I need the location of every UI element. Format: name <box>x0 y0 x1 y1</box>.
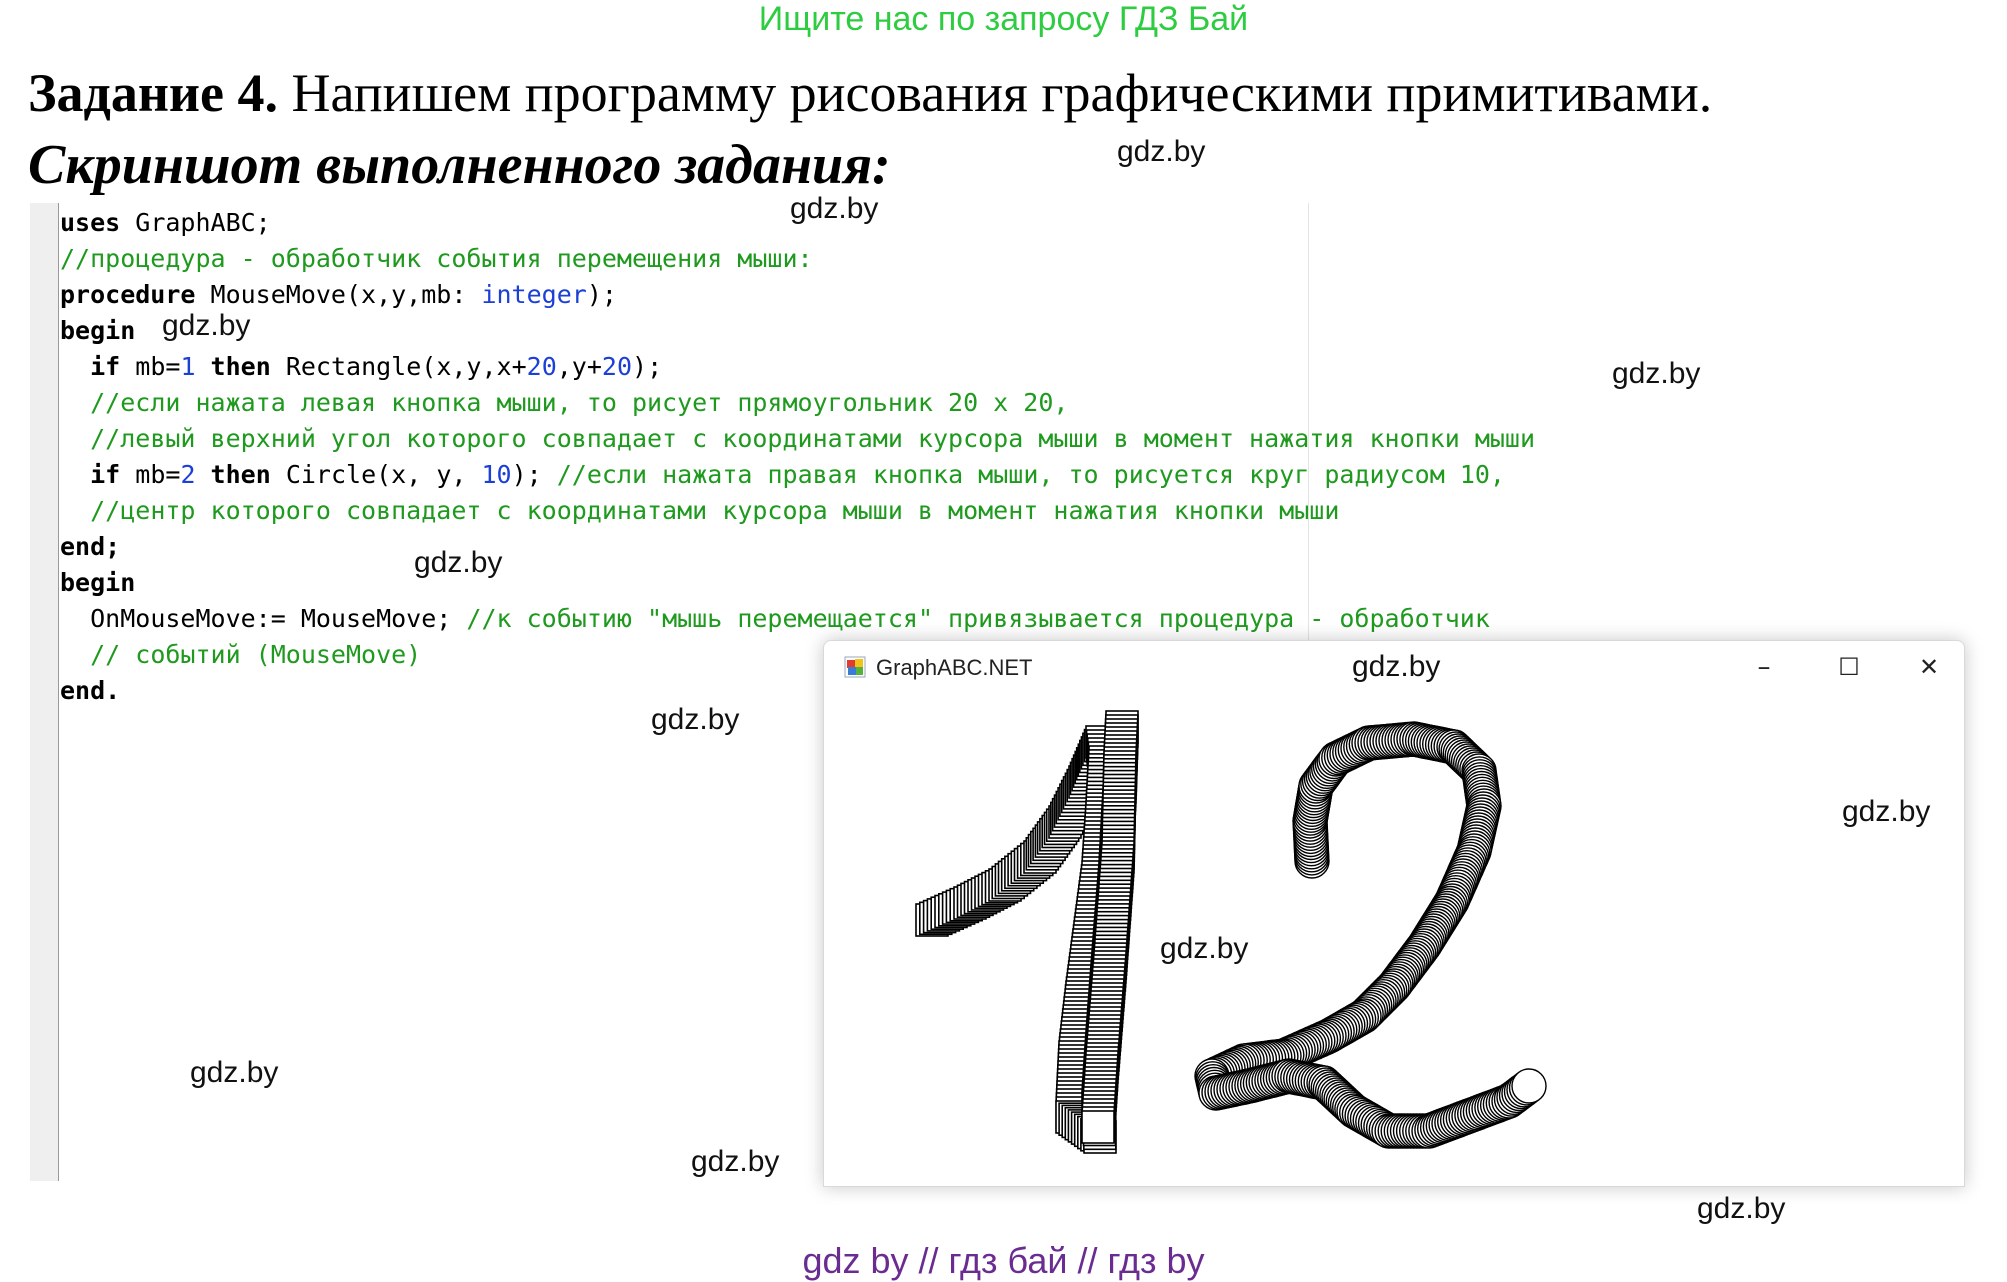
keyword: if <box>90 460 121 489</box>
watermark: gdz.by <box>1842 795 1931 828</box>
code-line-7: //левый верхний угол которого совпадает … <box>60 421 1535 456</box>
code-line-3: procedure MouseMove(x,y,mb: integer); <box>60 277 617 312</box>
watermark: gdz.by <box>414 546 503 579</box>
keyword: end; <box>60 532 121 561</box>
watermark: gdz.by <box>691 1145 780 1178</box>
code-comment: //левый верхний угол которого совпадает … <box>90 424 1536 453</box>
watermark: gdz.by <box>1117 135 1206 168</box>
code-text: Circle(x, y, <box>270 460 482 489</box>
code-line-6: //если нажата левая кнопка мыши, то рису… <box>60 385 1068 420</box>
graphabc-app-icon <box>844 656 866 678</box>
task-text: Напишем программу рисования графическими… <box>291 63 1713 123</box>
code-text: GraphABC; <box>120 208 271 237</box>
type-name: integer <box>481 280 587 309</box>
top-banner: Ищите нас по запросу ГДЗ Бай <box>758 0 1249 38</box>
code-line-10: end; <box>60 529 120 564</box>
close-icon: ✕ <box>1918 653 1940 681</box>
watermark: gdz.by <box>1612 357 1701 390</box>
code-line-1: uses GraphABC; <box>60 205 271 240</box>
drawn-rectangle <box>1081 1110 1115 1144</box>
code-line-2: //процедура - обработчик события перемещ… <box>60 241 813 276</box>
code-line-8: if mb=2 then Circle(x, y, 10); //если на… <box>60 457 1505 492</box>
code-comment: //если нажата правая кнопка мыши, то рис… <box>556 460 1505 489</box>
number: 20 <box>601 352 633 381</box>
code-comment: //центр которого совпадает с координатам… <box>90 496 1340 525</box>
code-text: ); <box>586 280 617 309</box>
code-text: OnMouseMove:= MouseMove; <box>90 604 467 633</box>
drawing-canvas[interactable] <box>824 691 1964 1186</box>
watermark: gdz.by <box>190 1056 279 1089</box>
number: 20 <box>526 352 557 381</box>
code-line-13: // событий (MouseMove) <box>60 637 421 672</box>
graphabc-window: GraphABC.NET – ☐ ✕ <box>823 640 1965 1187</box>
keyword: begin <box>60 568 136 597</box>
code-text: Rectangle(x,y,x+ <box>270 352 527 381</box>
close-button[interactable]: ✕ <box>1894 647 1964 687</box>
task-title: Задание 4. Напишем программу рисования г… <box>28 62 1712 124</box>
footer-caption: gdz by // гдз бай // гдз by <box>802 1240 1205 1281</box>
gutter-divider <box>58 203 59 1181</box>
code-text: ); <box>511 460 557 489</box>
keyword: then <box>195 460 271 489</box>
code-comment: // событий (MouseMove) <box>90 640 422 669</box>
code-line-9: //центр которого совпадает с координатам… <box>60 493 1339 528</box>
minimize-icon: – <box>1757 652 1771 682</box>
editor-gutter <box>30 203 58 1181</box>
keyword: if <box>90 352 121 381</box>
screenshot-heading: Скриншот выполненного задания: <box>28 134 891 196</box>
keyword: then <box>195 352 271 381</box>
code-comment: //если нажата левая кнопка мыши, то рису… <box>90 388 1069 417</box>
code-text: mb= <box>120 460 181 489</box>
keyword: begin <box>60 316 136 345</box>
keyword: procedure <box>60 280 196 309</box>
code-line-5: if mb=1 then Rectangle(x,y,x+20,y+20); <box>60 349 662 384</box>
code-line-11: begin <box>60 565 135 600</box>
window-title: GraphABC.NET <box>876 655 1033 680</box>
task-label: Задание 4. <box>28 63 279 123</box>
code-line-14: end. <box>60 673 120 708</box>
maximize-button[interactable]: ☐ <box>1814 647 1884 687</box>
code-text: ,y+ <box>556 352 602 381</box>
number: 1 <box>180 352 196 381</box>
code-comment: //к событию "мышь перемещается" привязыв… <box>466 604 1490 633</box>
watermark: gdz.by <box>1352 650 1441 683</box>
digit-one-rectangles <box>915 710 1139 1154</box>
code-text: ); <box>632 352 663 381</box>
code-line-12: OnMouseMove:= MouseMove; //к событию "мы… <box>60 601 1490 636</box>
watermark: gdz.by <box>790 192 879 225</box>
maximize-icon: ☐ <box>1838 653 1860 681</box>
watermark: gdz.by <box>1160 932 1249 965</box>
code-line-4: begin <box>60 313 135 348</box>
code-text: MouseMove(x,y,mb: <box>195 280 482 309</box>
number: 10 <box>481 460 512 489</box>
code-text: mb= <box>120 352 181 381</box>
number: 2 <box>180 460 196 489</box>
drawn-circle <box>1511 1068 1547 1104</box>
minimize-button[interactable]: – <box>1729 647 1799 687</box>
watermark: gdz.by <box>1697 1192 1786 1225</box>
watermark: gdz.by <box>162 309 251 342</box>
keyword: end. <box>60 676 121 705</box>
keyword: uses <box>60 208 121 237</box>
watermark: gdz.by <box>651 703 740 736</box>
code-comment: //процедура - обработчик события перемещ… <box>60 244 813 273</box>
